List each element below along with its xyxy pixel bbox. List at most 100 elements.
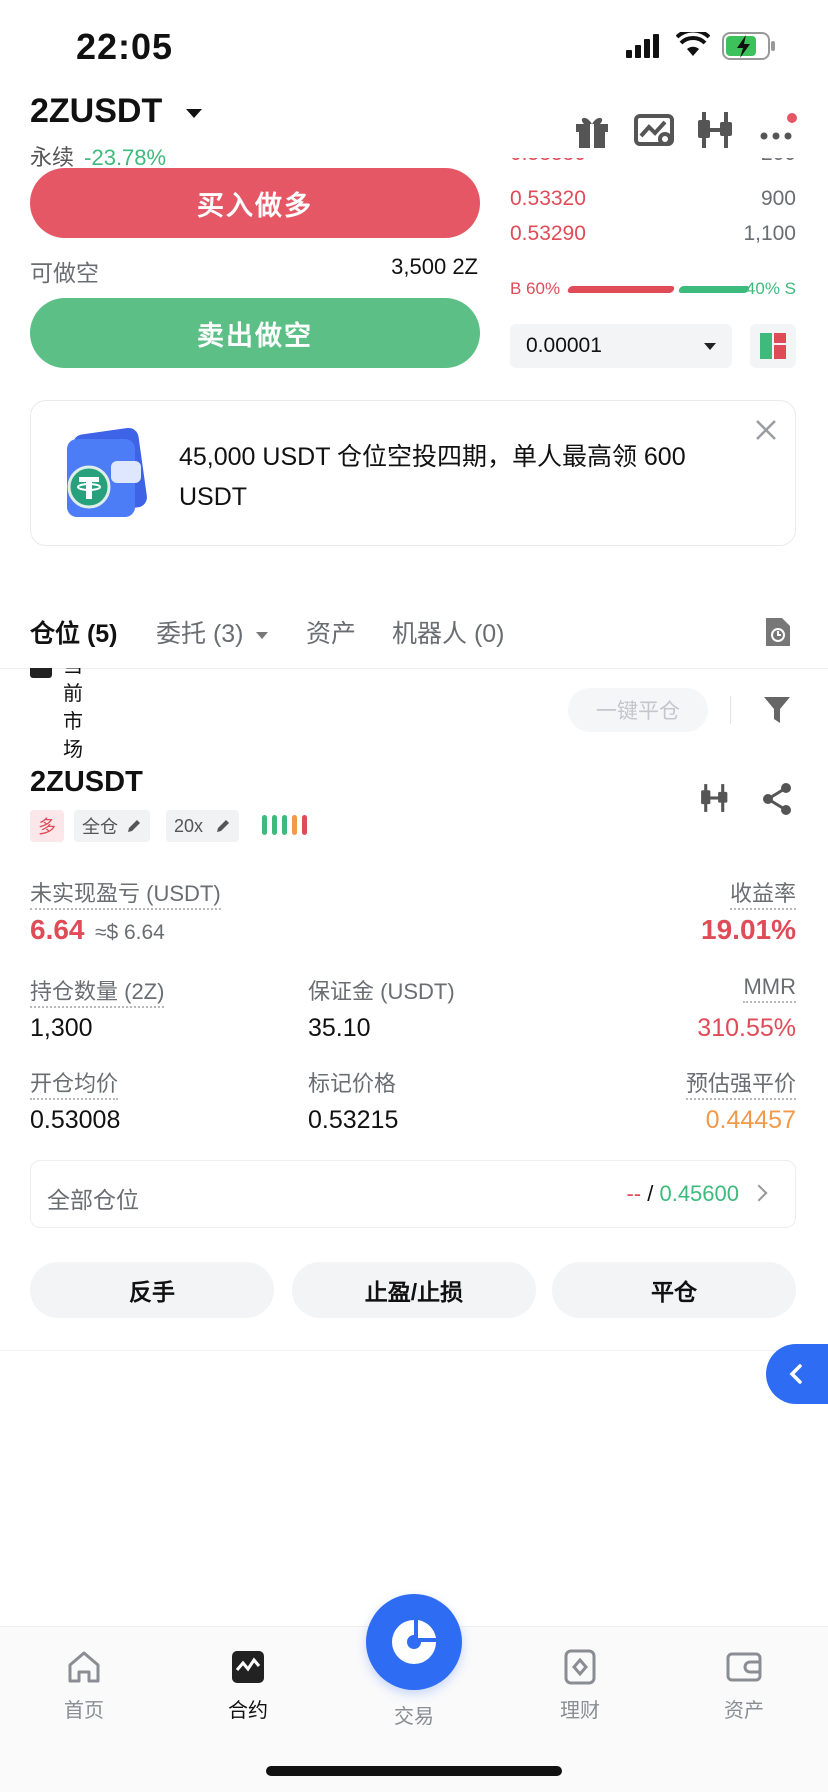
change-percent: -23.78% [84, 145, 167, 170]
mmr-label[interactable]: MMR [743, 974, 796, 1003]
status-time: 22:05 [76, 26, 174, 67]
close-all-button[interactable]: 一键平仓 [568, 688, 708, 732]
orderbook-qty: 900 [760, 187, 796, 210]
orderbook-price: 0.53290 [510, 222, 586, 245]
orderbook-layout-button[interactable] [750, 324, 796, 368]
battery-icon [722, 32, 775, 60]
mark-price-label: 标记价格 [308, 1071, 397, 1096]
unrealized-pnl: 6.64 ≈$ 6.64 [30, 914, 165, 946]
current-market-checkbox[interactable] [30, 668, 52, 678]
buy-ratio-label: B 60% [510, 279, 561, 298]
chart-settings-icon[interactable] [632, 108, 676, 152]
tab-orders[interactable]: 委托 (3) [156, 614, 269, 650]
orderbook-row[interactable]: 0.53320 900 [510, 187, 796, 221]
available-short-value: 3,500 2Z [391, 254, 478, 279]
trade-icon [392, 1620, 436, 1664]
tab-assets[interactable]: 资产 [306, 614, 356, 650]
chevron-right-icon [750, 1184, 768, 1202]
tpsl-separator: / [641, 1181, 660, 1206]
nav-home-label: 首页 [64, 1700, 104, 1722]
current-market-label: 当前市场 [63, 668, 83, 761]
filter-icon[interactable] [762, 694, 792, 726]
sell-short-button[interactable]: 卖出做空 [30, 298, 480, 368]
nav-assets[interactable]: 资产 [684, 1648, 804, 1723]
orderbook-layout-icon [760, 333, 786, 359]
sell-ratio-bar [677, 286, 751, 293]
buy-long-button[interactable]: 买入做多 [30, 168, 480, 238]
current-market-filter[interactable]: 当前市场 [60, 668, 86, 768]
position-size-label[interactable]: 持仓数量 (2Z) [30, 979, 165, 1008]
reverse-button[interactable]: 反手 [30, 1262, 274, 1318]
mark-price-value: 0.53215 [308, 1106, 399, 1134]
wifi-icon [676, 32, 710, 56]
promo-banner[interactable]: 45,000 USDT 仓位空投四期，单人最高领 600 USDT [30, 400, 796, 546]
margin-value: 35.10 [308, 1014, 371, 1042]
buy-sell-ratio: B 60% 40% S [510, 276, 796, 300]
chevron-left-icon [789, 1364, 802, 1384]
position-symbol[interactable]: 2ZUSDT [30, 766, 143, 799]
tpsl-button[interactable]: 止盈/止损 [292, 1262, 536, 1318]
orderbook-row[interactable]: 0.53290 1,100 [510, 222, 796, 256]
wallet-icon [726, 1652, 762, 1682]
sell-ratio-label: 40% S [745, 279, 796, 298]
leverage-label: 20x [174, 815, 204, 836]
edit-icon [128, 820, 140, 832]
side-drawer-tab[interactable] [766, 1344, 828, 1404]
more-icon[interactable] [756, 108, 800, 152]
buy-ratio-bar [566, 286, 676, 293]
symbol-selector[interactable]: 2ZUSDT [30, 92, 202, 131]
tab-bots[interactable]: 机器人 (0) [392, 614, 505, 650]
available-short-label: 可做空 [30, 260, 99, 286]
precision-select[interactable]: 0.00001 [510, 324, 732, 368]
symbol-name: 2ZUSDT [30, 92, 163, 130]
history-icon[interactable] [762, 616, 792, 648]
close-icon[interactable] [753, 417, 779, 443]
take-profit-value: -- [626, 1181, 642, 1206]
precision-value: 0.00001 [526, 334, 602, 357]
entry-price-label[interactable]: 开仓均价 [30, 1071, 119, 1100]
all-positions-tpsl-row[interactable]: 全部仓位 -- / 0.45600 [30, 1160, 796, 1228]
entry-price-value: 0.53008 [30, 1106, 121, 1134]
nav-trade-button[interactable] [366, 1594, 462, 1690]
wallet-tether-icon [67, 427, 147, 517]
nav-futures[interactable]: 合约 [188, 1648, 308, 1723]
all-positions-label: 全部仓位 [47, 1187, 139, 1213]
position-size-value: 1,300 [30, 1014, 93, 1042]
nav-futures-label: 合约 [228, 1700, 268, 1722]
tab-orders-label: 委托 (3) [156, 620, 244, 648]
tabs-divider [0, 668, 828, 669]
home-icon [68, 1651, 100, 1683]
margin-mode-tag[interactable]: 全仓 [74, 810, 150, 842]
edit-icon [217, 820, 230, 832]
tab-positions[interactable]: 仓位 (5) [30, 614, 118, 650]
margin-mode-label: 全仓 [82, 817, 118, 837]
section-divider [0, 1350, 828, 1351]
liq-price-label[interactable]: 预估强平价 [685, 1071, 796, 1100]
gift-icon[interactable] [570, 108, 614, 152]
unrealized-pnl-usd: ≈$ 6.64 [94, 921, 165, 944]
candlestick-icon[interactable] [698, 780, 732, 816]
side-tag: 多 [30, 810, 64, 842]
contract-type: 永续 [30, 145, 75, 170]
unrealized-pnl-label[interactable]: 未实现盈亏 (USDT) [30, 881, 221, 910]
nav-earn-label: 理财 [560, 1700, 600, 1722]
home-indicator [266, 1766, 562, 1776]
nav-earn[interactable]: 理财 [520, 1648, 640, 1723]
risk-level-icon [262, 815, 307, 837]
nav-home[interactable]: 首页 [24, 1648, 144, 1723]
share-icon[interactable] [760, 782, 794, 816]
orderbook-row-clipped[interactable]: 0.53330 200 [510, 158, 796, 176]
orderbook-price: 0.53330 [510, 158, 586, 176]
divider [730, 696, 731, 724]
nav-assets-label: 资产 [724, 1700, 764, 1722]
unrealized-pnl-value: 6.64 [30, 914, 85, 945]
roe-label[interactable]: 收益率 [729, 881, 796, 910]
orderbook-qty: 200 [761, 158, 796, 176]
leverage-tag[interactable]: 20x [166, 810, 240, 842]
caret-down-icon [704, 343, 716, 350]
candlestick-icon[interactable] [694, 108, 738, 152]
close-position-button[interactable]: 平仓 [552, 1262, 796, 1318]
orderbook-price: 0.53320 [510, 187, 586, 210]
cellular-signal-icon [626, 34, 659, 58]
futures-icon [232, 1651, 264, 1683]
